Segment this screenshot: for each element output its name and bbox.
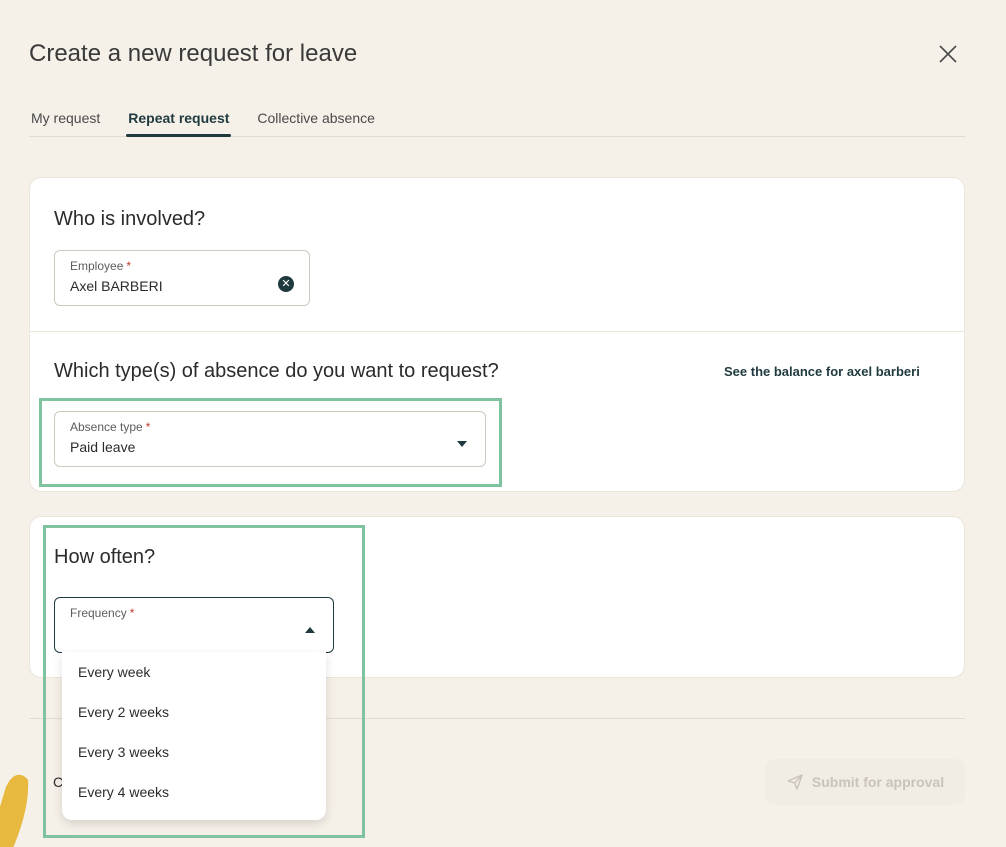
employee-value: Axel BARBERI (70, 278, 163, 294)
submit-button[interactable]: Submit for approval (765, 759, 965, 805)
close-icon[interactable] (937, 43, 959, 65)
tab-repeat-request[interactable]: Repeat request (126, 105, 232, 137)
absence-type-title: Which type(s) of absence do you want to … (54, 360, 499, 382)
dialog-title: Create a new request for leave (29, 40, 358, 67)
clear-circle-icon[interactable]: ✕ (278, 276, 294, 292)
submit-label: Submit for approval (811, 774, 945, 790)
decorative-blob (0, 770, 40, 847)
frequency-label: Frequency * (70, 606, 135, 620)
employee-label: Employee * (70, 259, 132, 273)
frequency-option[interactable]: Every 3 weeks (62, 732, 326, 772)
frequency-dropdown: Every week Every 2 weeks Every 3 weeks E… (62, 652, 326, 820)
balance-link[interactable]: See the balance for axel barberi (724, 364, 920, 379)
absence-type-value: Paid leave (70, 439, 136, 455)
absence-type-select[interactable]: Absence type * Paid leave (54, 411, 486, 467)
who-involved-title: Who is involved? (54, 208, 206, 230)
chevron-up-icon (305, 627, 315, 633)
how-often-title: How often? (54, 546, 156, 568)
section-divider (30, 331, 964, 332)
employee-field[interactable]: Employee * Axel BARBERI ✕ (54, 250, 310, 306)
frequency-select[interactable]: Frequency * (54, 597, 334, 653)
tab-my-request[interactable]: My request (29, 105, 102, 136)
chevron-down-icon (457, 441, 467, 447)
frequency-option[interactable]: Every week (62, 652, 326, 692)
involved-card: Who is involved? Employee * Axel BARBERI … (29, 177, 965, 492)
tab-collective-absence[interactable]: Collective absence (255, 105, 377, 136)
tab-bar: My request Repeat request Collective abs… (29, 105, 965, 137)
frequency-option[interactable]: Every 4 weeks (62, 772, 326, 812)
send-icon (787, 774, 803, 790)
frequency-option[interactable]: Every 2 weeks (62, 692, 326, 732)
absence-type-label: Absence type * (70, 420, 151, 434)
